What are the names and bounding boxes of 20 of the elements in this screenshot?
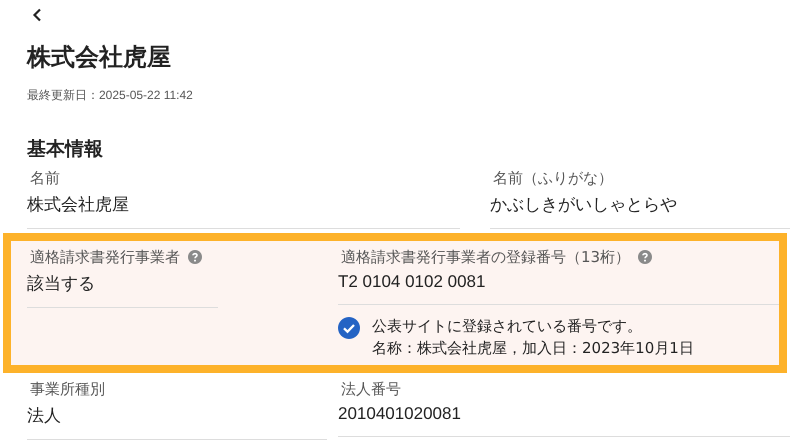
field-value: 法人: [27, 406, 61, 425]
field-label: 事業所種別: [30, 380, 105, 398]
page-title: 株式会社虎屋: [27, 42, 171, 73]
field-label: 適格請求書発行事業者: [30, 248, 180, 266]
section-title: 基本情報: [27, 137, 103, 162]
field-value: かぶしきがいしゃとらや: [490, 195, 677, 214]
field-value: T2 0104 0102 0081: [338, 272, 486, 291]
field-value: 該当する: [27, 274, 95, 293]
field-label: 名前: [30, 168, 60, 188]
field-label: 適格請求書発行事業者の登録番号（13桁）: [341, 248, 630, 266]
verification-message: 公表サイトに登録されている番号です。: [372, 316, 642, 337]
field-label: 名前（ふりがな）: [493, 168, 613, 188]
field-value: 株式会社虎屋: [27, 195, 129, 214]
help-icon[interactable]: [188, 250, 202, 264]
registration-details: 名称：株式会社虎屋，加入日：2023年10月1日: [372, 338, 694, 359]
chevron-left-icon: [31, 8, 43, 22]
help-icon[interactable]: [638, 250, 652, 264]
last-updated-text: 最終更新日：2025-05-22 11:42: [27, 87, 193, 104]
field-label: 法人番号: [341, 380, 401, 398]
field-value: 2010401020081: [338, 404, 461, 423]
